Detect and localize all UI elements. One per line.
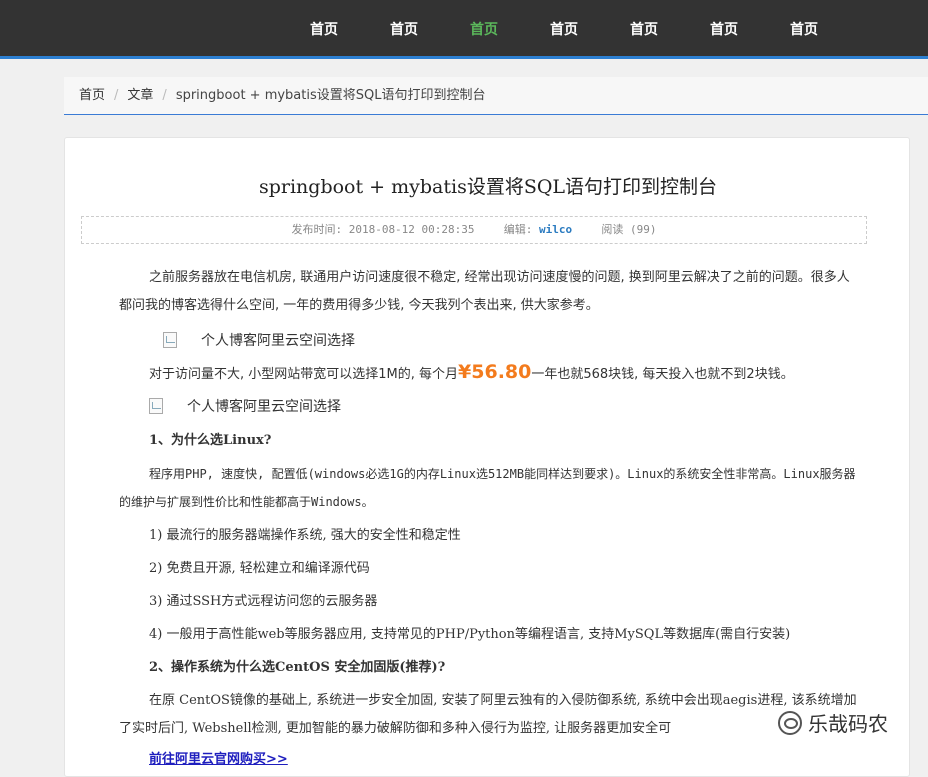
pricing-text-before: 对于访问量不大, 小型网站带宽可以选择1M的, 每个月 — [149, 367, 459, 382]
section-heading-why-linux: 1、为什么选Linux? — [149, 433, 272, 448]
paragraph-intro: 之前服务器放在电信机房, 联通用户访问速度很不稳定, 经常出现访问速度慢的问题,… — [119, 270, 850, 313]
breadcrumb-separator: / — [162, 88, 167, 103]
editor-link[interactable]: wilco — [539, 223, 572, 236]
breadcrumb-home-link[interactable]: 首页 — [79, 88, 105, 103]
nav-item-home-1[interactable]: 首页 — [294, 0, 354, 56]
breadcrumb-separator: / — [114, 88, 119, 103]
pricing-text-after: 一年也就568块钱, 每天投入也就不到2块钱。 — [531, 367, 794, 382]
watermark: 乐哉码农 — [778, 708, 888, 737]
breadcrumb-articles-link[interactable]: 文章 — [127, 88, 153, 103]
image-alt-text: 个人博客阿里云空间选择 — [201, 333, 355, 349]
list-item: 4) 一般用于高性能web等服务器应用, 支持常见的PHP/Python等编程语… — [149, 627, 791, 642]
watermark-text: 乐哉码农 — [808, 712, 888, 736]
views-label: 阅读 — [601, 223, 624, 236]
published-date: 2018-08-12 00:28:35 — [348, 223, 475, 236]
wechat-icon — [778, 710, 802, 735]
top-navigation-bar: 首页 首页 首页 首页 首页 首页 首页 — [0, 0, 928, 59]
section-heading-why-centos: 2、操作系统为什么选CentOS 安全加固版(推荐)? — [149, 660, 446, 675]
article-card: springboot + mybatis设置将SQL语句打印到控制台 发布时间:… — [64, 137, 910, 777]
nav-item-home-5[interactable]: 首页 — [614, 0, 674, 56]
views-count: (99) — [630, 223, 657, 236]
nav-item-home-7[interactable]: 首页 — [774, 0, 834, 56]
article-image-2: 个人博客阿里云空间选择 — [149, 396, 341, 416]
list-item: 2) 免费且开源, 轻松建立和编译源代码 — [149, 561, 370, 576]
breadcrumb: 首页 / 文章 / springboot + mybatis设置将SQL语句打印到控制台 — [64, 77, 928, 115]
list-item: 1) 最流行的服务器端操作系统, 强大的安全性和稳定性 — [149, 528, 461, 543]
article-meta: 发布时间: 2018-08-12 00:28:35 编辑: wilco 阅读 (… — [81, 216, 867, 244]
image-alt-text: 个人博客阿里云空间选择 — [187, 399, 341, 415]
paragraph-pricing: 对于访问量不大, 小型网站带宽可以选择1M的, 每个月¥56.80一年也就568… — [149, 358, 889, 389]
list-item: 3) 通过SSH方式远程访问您的云服务器 — [149, 594, 378, 609]
editor-label: 编辑: — [503, 223, 533, 236]
article-image-1: 个人博客阿里云空间选择 — [163, 330, 355, 350]
breadcrumb-current-page: springboot + mybatis设置将SQL语句打印到控制台 — [175, 88, 486, 103]
broken-image-icon — [163, 332, 177, 348]
nav-item-home-4[interactable]: 首页 — [534, 0, 594, 56]
nav-item-home-6[interactable]: 首页 — [694, 0, 754, 56]
paragraph-linux: 程序用PHP, 速度快, 配置低(windows必选1G的内存Linux选512… — [119, 467, 856, 509]
broken-image-icon — [149, 398, 163, 414]
buy-aliyun-link[interactable]: 前往阿里云官网购买>> — [149, 748, 288, 767]
paragraph-centos: 在原 CentOS镜像的基础上, 系统进一步安全加固, 安装了阿里云独有的入侵防… — [119, 693, 857, 736]
published-label: 发布时间: — [291, 223, 343, 236]
article-title: springboot + mybatis设置将SQL语句打印到控制台 — [258, 176, 718, 198]
nav-item-home-3-active[interactable]: 首页 — [454, 0, 514, 56]
nav-item-home-2[interactable]: 首页 — [374, 0, 434, 56]
price-highlight: ¥56.80 — [458, 361, 532, 383]
